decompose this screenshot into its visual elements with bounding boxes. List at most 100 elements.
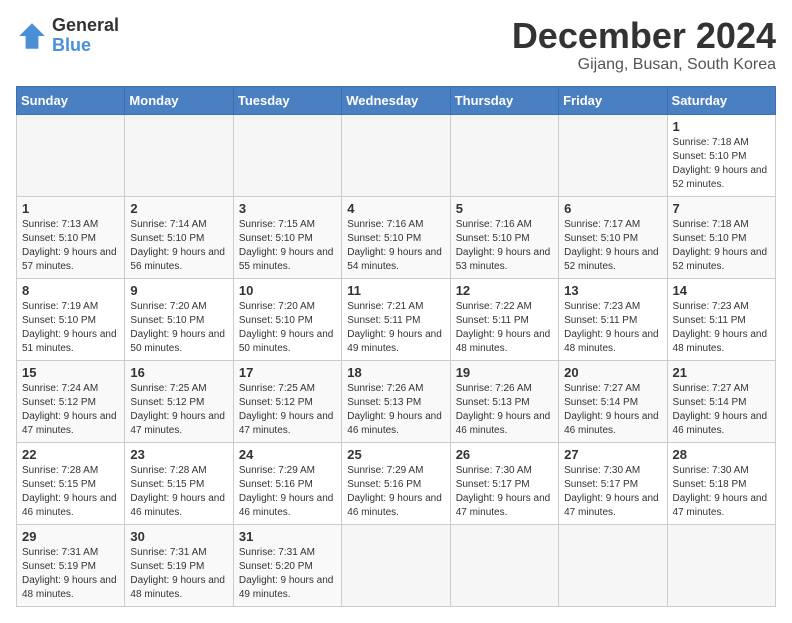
calendar-day-cell: 8 Sunrise: 7:19 AM Sunset: 5:10 PM Dayli… <box>17 278 125 360</box>
day-number: 9 <box>130 283 227 298</box>
day-info: Sunrise: 7:27 AM Sunset: 5:14 PM Dayligh… <box>564 382 661 438</box>
calendar-day-cell: 23 Sunrise: 7:28 AM Sunset: 5:15 PM Dayl… <box>125 442 233 524</box>
calendar-day-cell: 4 Sunrise: 7:16 AM Sunset: 5:10 PM Dayli… <box>342 196 450 278</box>
calendar-day-cell: 29 Sunrise: 7:31 AM Sunset: 5:19 PM Dayl… <box>17 524 125 606</box>
day-info: Sunrise: 7:25 AM Sunset: 5:12 PM Dayligh… <box>130 382 227 438</box>
day-of-week-header: Saturday <box>667 86 775 114</box>
day-info: Sunrise: 7:26 AM Sunset: 5:13 PM Dayligh… <box>456 382 553 438</box>
calendar-day-cell <box>342 114 450 196</box>
day-number: 23 <box>130 447 227 462</box>
day-number: 12 <box>456 283 553 298</box>
calendar-day-cell: 13 Sunrise: 7:23 AM Sunset: 5:11 PM Dayl… <box>559 278 667 360</box>
calendar-day-cell: 11 Sunrise: 7:21 AM Sunset: 5:11 PM Dayl… <box>342 278 450 360</box>
day-info: Sunrise: 7:15 AM Sunset: 5:10 PM Dayligh… <box>239 218 336 274</box>
calendar-day-cell: 24 Sunrise: 7:29 AM Sunset: 5:16 PM Dayl… <box>233 442 341 524</box>
day-number: 28 <box>673 447 770 462</box>
day-number: 13 <box>564 283 661 298</box>
day-number: 2 <box>130 201 227 216</box>
day-number: 20 <box>564 365 661 380</box>
title-section: December 2024 Gijang, Busan, South Korea <box>512 16 776 74</box>
logo-general: General <box>52 16 119 36</box>
calendar-week-row: 29 Sunrise: 7:31 AM Sunset: 5:19 PM Dayl… <box>17 524 776 606</box>
calendar-day-cell: 10 Sunrise: 7:20 AM Sunset: 5:10 PM Dayl… <box>233 278 341 360</box>
calendar-day-cell: 12 Sunrise: 7:22 AM Sunset: 5:11 PM Dayl… <box>450 278 558 360</box>
day-number: 16 <box>130 365 227 380</box>
day-info: Sunrise: 7:31 AM Sunset: 5:20 PM Dayligh… <box>239 546 336 602</box>
day-number: 8 <box>22 283 119 298</box>
day-of-week-header: Thursday <box>450 86 558 114</box>
day-number: 27 <box>564 447 661 462</box>
calendar-day-cell <box>667 524 775 606</box>
day-info: Sunrise: 7:20 AM Sunset: 5:10 PM Dayligh… <box>130 300 227 356</box>
day-number: 30 <box>130 529 227 544</box>
calendar-day-cell: 20 Sunrise: 7:27 AM Sunset: 5:14 PM Dayl… <box>559 360 667 442</box>
day-info: Sunrise: 7:16 AM Sunset: 5:10 PM Dayligh… <box>347 218 444 274</box>
calendar-day-cell <box>17 114 125 196</box>
calendar-day-cell: 5 Sunrise: 7:16 AM Sunset: 5:10 PM Dayli… <box>450 196 558 278</box>
day-info: Sunrise: 7:30 AM Sunset: 5:17 PM Dayligh… <box>564 464 661 520</box>
page-header: General Blue December 2024 Gijang, Busan… <box>16 16 776 74</box>
day-info: Sunrise: 7:27 AM Sunset: 5:14 PM Dayligh… <box>673 382 770 438</box>
calendar-day-cell: 21 Sunrise: 7:27 AM Sunset: 5:14 PM Dayl… <box>667 360 775 442</box>
day-of-week-header: Monday <box>125 86 233 114</box>
day-info: Sunrise: 7:21 AM Sunset: 5:11 PM Dayligh… <box>347 300 444 356</box>
day-number: 26 <box>456 447 553 462</box>
day-number: 19 <box>456 365 553 380</box>
day-info: Sunrise: 7:14 AM Sunset: 5:10 PM Dayligh… <box>130 218 227 274</box>
day-info: Sunrise: 7:28 AM Sunset: 5:15 PM Dayligh… <box>22 464 119 520</box>
day-number: 14 <box>673 283 770 298</box>
location: Gijang, Busan, South Korea <box>512 56 776 74</box>
day-number: 24 <box>239 447 336 462</box>
day-info: Sunrise: 7:23 AM Sunset: 5:11 PM Dayligh… <box>564 300 661 356</box>
day-info: Sunrise: 7:25 AM Sunset: 5:12 PM Dayligh… <box>239 382 336 438</box>
day-number: 18 <box>347 365 444 380</box>
calendar-day-cell: 31 Sunrise: 7:31 AM Sunset: 5:20 PM Dayl… <box>233 524 341 606</box>
calendar-week-row: 15 Sunrise: 7:24 AM Sunset: 5:12 PM Dayl… <box>17 360 776 442</box>
day-info: Sunrise: 7:31 AM Sunset: 5:19 PM Dayligh… <box>130 546 227 602</box>
calendar-week-row: 1 Sunrise: 7:13 AM Sunset: 5:10 PM Dayli… <box>17 196 776 278</box>
day-of-week-header: Sunday <box>17 86 125 114</box>
calendar-day-cell: 15 Sunrise: 7:24 AM Sunset: 5:12 PM Dayl… <box>17 360 125 442</box>
calendar-day-cell: 2 Sunrise: 7:14 AM Sunset: 5:10 PM Dayli… <box>125 196 233 278</box>
calendar-day-cell <box>342 524 450 606</box>
day-info: Sunrise: 7:17 AM Sunset: 5:10 PM Dayligh… <box>564 218 661 274</box>
day-number: 22 <box>22 447 119 462</box>
day-number: 1 <box>673 119 770 134</box>
calendar-day-cell: 17 Sunrise: 7:25 AM Sunset: 5:12 PM Dayl… <box>233 360 341 442</box>
calendar-day-cell <box>450 524 558 606</box>
calendar-day-cell: 3 Sunrise: 7:15 AM Sunset: 5:10 PM Dayli… <box>233 196 341 278</box>
calendar-table: SundayMondayTuesdayWednesdayThursdayFrid… <box>16 86 776 607</box>
day-number: 11 <box>347 283 444 298</box>
calendar-day-cell: 28 Sunrise: 7:30 AM Sunset: 5:18 PM Dayl… <box>667 442 775 524</box>
calendar-day-cell: 26 Sunrise: 7:30 AM Sunset: 5:17 PM Dayl… <box>450 442 558 524</box>
logo-text: General Blue <box>52 16 119 56</box>
day-number: 17 <box>239 365 336 380</box>
day-info: Sunrise: 7:22 AM Sunset: 5:11 PM Dayligh… <box>456 300 553 356</box>
calendar-day-cell: 1 Sunrise: 7:18 AM Sunset: 5:10 PM Dayli… <box>667 114 775 196</box>
calendar-day-cell <box>559 114 667 196</box>
calendar-day-cell: 30 Sunrise: 7:31 AM Sunset: 5:19 PM Dayl… <box>125 524 233 606</box>
calendar-day-cell: 7 Sunrise: 7:18 AM Sunset: 5:10 PM Dayli… <box>667 196 775 278</box>
calendar-day-cell: 27 Sunrise: 7:30 AM Sunset: 5:17 PM Dayl… <box>559 442 667 524</box>
calendar-day-cell: 16 Sunrise: 7:25 AM Sunset: 5:12 PM Dayl… <box>125 360 233 442</box>
calendar-day-cell: 6 Sunrise: 7:17 AM Sunset: 5:10 PM Dayli… <box>559 196 667 278</box>
day-info: Sunrise: 7:16 AM Sunset: 5:10 PM Dayligh… <box>456 218 553 274</box>
day-info: Sunrise: 7:28 AM Sunset: 5:15 PM Dayligh… <box>130 464 227 520</box>
calendar-day-cell: 22 Sunrise: 7:28 AM Sunset: 5:15 PM Dayl… <box>17 442 125 524</box>
logo: General Blue <box>16 16 119 56</box>
day-info: Sunrise: 7:29 AM Sunset: 5:16 PM Dayligh… <box>347 464 444 520</box>
day-number: 1 <box>22 201 119 216</box>
day-info: Sunrise: 7:29 AM Sunset: 5:16 PM Dayligh… <box>239 464 336 520</box>
day-info: Sunrise: 7:23 AM Sunset: 5:11 PM Dayligh… <box>673 300 770 356</box>
day-of-week-header: Wednesday <box>342 86 450 114</box>
calendar-day-cell <box>125 114 233 196</box>
day-number: 25 <box>347 447 444 462</box>
calendar-day-cell: 9 Sunrise: 7:20 AM Sunset: 5:10 PM Dayli… <box>125 278 233 360</box>
day-of-week-header: Friday <box>559 86 667 114</box>
day-info: Sunrise: 7:18 AM Sunset: 5:10 PM Dayligh… <box>673 218 770 274</box>
day-number: 7 <box>673 201 770 216</box>
day-number: 15 <box>22 365 119 380</box>
calendar-day-cell <box>559 524 667 606</box>
day-info: Sunrise: 7:19 AM Sunset: 5:10 PM Dayligh… <box>22 300 119 356</box>
calendar-week-row: 8 Sunrise: 7:19 AM Sunset: 5:10 PM Dayli… <box>17 278 776 360</box>
